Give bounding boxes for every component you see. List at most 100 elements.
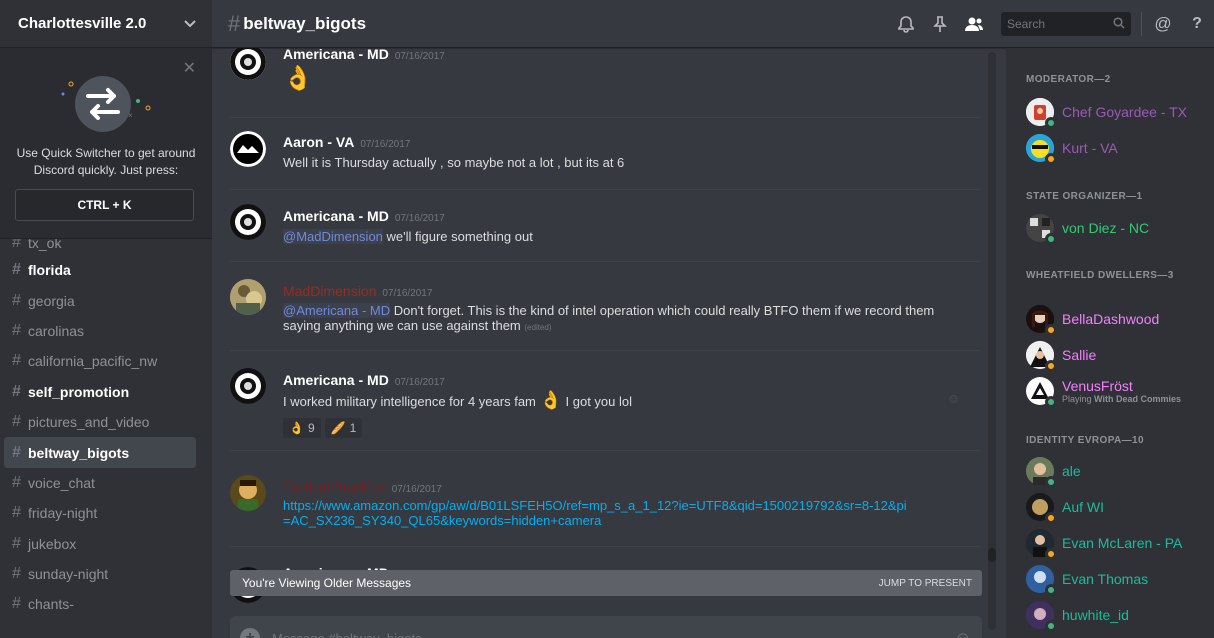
avatar[interactable] <box>230 131 266 167</box>
chevron-down-icon[interactable] <box>184 16 196 31</box>
message-author[interactable]: Tactical BowlCut <box>283 479 386 495</box>
upload-plus-icon[interactable]: + <box>240 628 260 638</box>
help-icon[interactable]: ? <box>1180 15 1214 33</box>
member-item[interactable]: BellaDashwood <box>1026 301 1208 337</box>
message: MadDimension 07/16/2017 @Americana - MD … <box>230 262 980 351</box>
server-header[interactable]: Charlottesville 2.0 <box>0 0 212 48</box>
channel-item-voice-chat[interactable]: # voice_chat <box>4 468 196 498</box>
member-name: Auf WI <box>1062 499 1105 515</box>
member-name: Kurt - VA <box>1062 140 1118 156</box>
channel-item-california-pacific-nw[interactable]: # california_pacific_nw <box>4 346 196 376</box>
members-icon[interactable] <box>957 16 991 32</box>
member-item[interactable]: Auf WI <box>1026 489 1208 525</box>
member-avatar <box>1026 377 1057 408</box>
message-text-content: we'll figure something out <box>382 229 533 244</box>
message-timestamp: 07/16/2017 <box>394 51 445 62</box>
add-reaction-icon[interactable]: ☺ <box>947 391 960 406</box>
message-text-content: I worked military intelligence for 4 yea… <box>283 394 540 409</box>
member-item[interactable]: Chef Goyardee - TX <box>1026 94 1208 130</box>
reaction-baguette[interactable]: 🥖 1 <box>324 418 363 438</box>
member-item[interactable]: Sallie <box>1026 337 1208 373</box>
message-author[interactable]: Americana - MD <box>283 208 389 224</box>
message-scrollbar[interactable] <box>988 52 996 630</box>
message-author[interactable]: MadDimension <box>283 283 376 299</box>
channel-item-sunday-night[interactable]: # sunday-night <box>4 559 196 589</box>
message-list: Americana - MD 07/16/2017 👌 Aaron - VA 0… <box>212 48 988 638</box>
member-name: von Diez - NC <box>1062 220 1150 236</box>
member-item[interactable]: huwhite_id <box>1026 597 1208 633</box>
avatar[interactable] <box>230 368 266 404</box>
emoji-picker-icon[interactable]: ☺ <box>954 628 972 638</box>
hash-icon: # <box>12 261 21 279</box>
channel-item-beltway-bigots[interactable]: # beltway_bigots <box>4 437 196 468</box>
message-link[interactable]: https://www.amazon.com/gp/aw/d/B01LSFEH5… <box>283 498 910 528</box>
member-name: ale <box>1062 463 1081 479</box>
status-online-icon <box>1045 117 1057 129</box>
search-input[interactable]: Search <box>1001 12 1131 36</box>
channel-label: jukebox <box>28 535 77 552</box>
search-placeholder: Search <box>1007 17 1046 31</box>
channel-list: # tx_ok # florida # georgia # carolinas # califor… <box>4 231 196 620</box>
member-item[interactable]: von Diez - NC <box>1026 210 1208 246</box>
channel-label: voice_chat <box>28 474 95 491</box>
bell-icon[interactable] <box>889 15 923 33</box>
channel-item-carolinas[interactable]: # carolinas <box>4 316 196 346</box>
older-messages-bar[interactable]: You're Viewing Older Messages JUMP TO PR… <box>230 570 982 596</box>
member-item[interactable]: VenusFröst Playing With Dead Commies <box>1026 373 1208 409</box>
message-author[interactable]: Americana - MD <box>283 48 389 62</box>
member-item[interactable]: ale <box>1026 453 1208 489</box>
reaction-ok-hand[interactable]: 👌 9 <box>283 418 321 438</box>
message-text: @MadDimension we'll figure something out <box>283 229 940 244</box>
scrollbar-thumb[interactable] <box>988 548 996 562</box>
server-name: Charlottesville 2.0 <box>18 15 147 32</box>
pin-icon[interactable] <box>923 15 957 33</box>
hash-icon: # <box>12 382 21 400</box>
channel-item-self-promotion[interactable]: # self_promotion <box>4 377 196 407</box>
message-timestamp: 07/16/2017 <box>360 139 411 150</box>
message-text: Well it is Thursday actually , so maybe … <box>283 155 625 170</box>
activity-game: With Dead Commies <box>1094 394 1181 404</box>
channel-item-pictures-and-video[interactable]: # pictures_and_video <box>4 407 196 437</box>
member-group-header: STATE ORGANIZER—1 <box>1026 191 1143 202</box>
channel-item-jukebox[interactable]: # jukebox <box>4 529 196 559</box>
quick-switcher-illustration: × <box>0 76 212 136</box>
quick-switcher-shortcut[interactable]: CTRL + K <box>15 189 194 221</box>
hash-icon: # <box>12 595 21 613</box>
message: Americana - MD 07/16/2017 @MadDimension … <box>230 190 980 262</box>
channel-item-florida[interactable]: # florida <box>4 255 196 285</box>
close-icon[interactable]: ✕ <box>183 58 196 78</box>
message-input[interactable] <box>272 630 954 638</box>
message-composer: + ☺ <box>230 616 982 638</box>
hash-icon: # <box>12 534 21 552</box>
jump-to-present-button[interactable]: JUMP TO PRESENT <box>879 578 972 589</box>
channel-label: chants- <box>28 596 74 613</box>
member-item[interactable]: Evan McLaren - PA <box>1026 525 1208 561</box>
channel-label: sunday-night <box>28 566 109 583</box>
channel-header: # beltway_bigots Search @ ? <box>212 0 1214 48</box>
channel-item-friday-night[interactable]: # friday-night <box>4 498 196 528</box>
member-item[interactable]: Evan Thomas <box>1026 561 1208 597</box>
member-avatar <box>1026 341 1057 372</box>
divider <box>1141 12 1142 36</box>
mention-icon[interactable]: @ <box>1146 14 1180 34</box>
edited-label: (edited) <box>524 323 552 332</box>
avatar[interactable] <box>230 48 266 80</box>
message: Aaron - VA 07/16/2017 Well it is Thursda… <box>230 118 980 190</box>
avatar[interactable] <box>230 279 266 315</box>
channel-label: friday-night <box>28 505 98 522</box>
member-avatar <box>1026 457 1057 488</box>
channel-item-georgia[interactable]: # georgia <box>4 285 196 315</box>
user-mention[interactable]: @Americana - MD <box>283 303 391 318</box>
channel-item-chants[interactable]: # chants- <box>4 589 196 619</box>
avatar[interactable] <box>230 475 266 511</box>
avatar[interactable] <box>230 204 266 240</box>
message-author[interactable]: Americana - MD <box>283 372 389 388</box>
member-avatar <box>1026 134 1057 165</box>
reaction-emoji: 👌 <box>289 421 304 435</box>
channel-label: california_pacific_nw <box>28 353 158 370</box>
member-group-header: MODERATOR—2 <box>1026 74 1111 85</box>
user-mention[interactable]: @MadDimension <box>283 229 383 244</box>
member-item[interactable]: Kurt - VA <box>1026 130 1208 166</box>
message-author[interactable]: Aaron - VA <box>283 134 354 150</box>
channel-sidebar: Charlottesville 2.0 # tx_ok # florida # georg… <box>0 0 212 638</box>
